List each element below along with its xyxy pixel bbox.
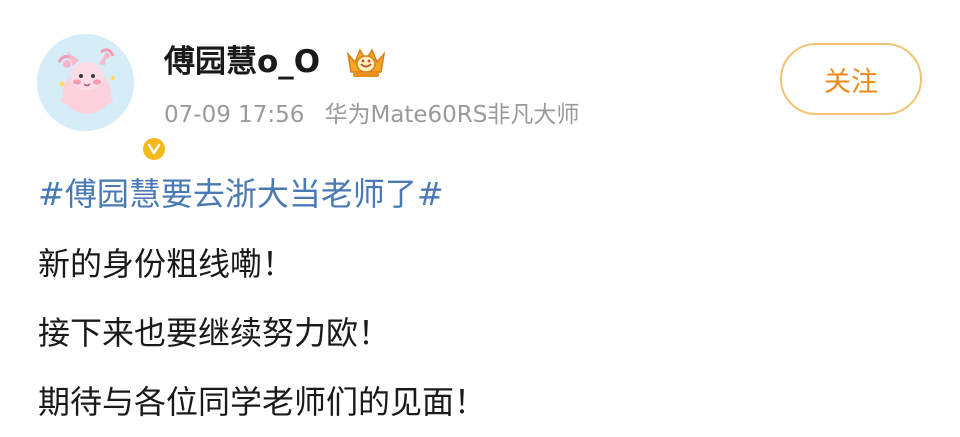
avatar[interactable]: [37, 34, 168, 163]
post-text-line: 新的身份粗线嘞！: [38, 245, 295, 283]
post-device: 华为Mate60RS非凡大师: [324, 102, 580, 128]
hashtag-link[interactable]: #傅园慧要去浙大当老师了#: [38, 169, 444, 219]
post-text-line: 期待与各位同学老师们的见面！: [38, 383, 487, 421]
follow-button[interactable]: 关注: [780, 43, 922, 115]
author-name[interactable]: 傅园慧o_O: [164, 42, 320, 82]
verified-v-icon: [140, 135, 168, 163]
pink-cartoon-avatar-icon: [37, 34, 134, 131]
weibo-post-card: 傅园慧o_O 07-09 17:56 华为Mate60RS非凡大师 关注 #傅园慧…: [0, 0, 960, 437]
crown-medal-icon: [346, 48, 386, 77]
post-text-line: 接下来也要继续努力欧！: [38, 314, 391, 352]
post-meta: 07-09 17:56 华为Mate60RS非凡大师: [164, 97, 579, 133]
post-time: 07-09 17:56: [164, 102, 305, 128]
check-v-icon: [147, 143, 161, 155]
